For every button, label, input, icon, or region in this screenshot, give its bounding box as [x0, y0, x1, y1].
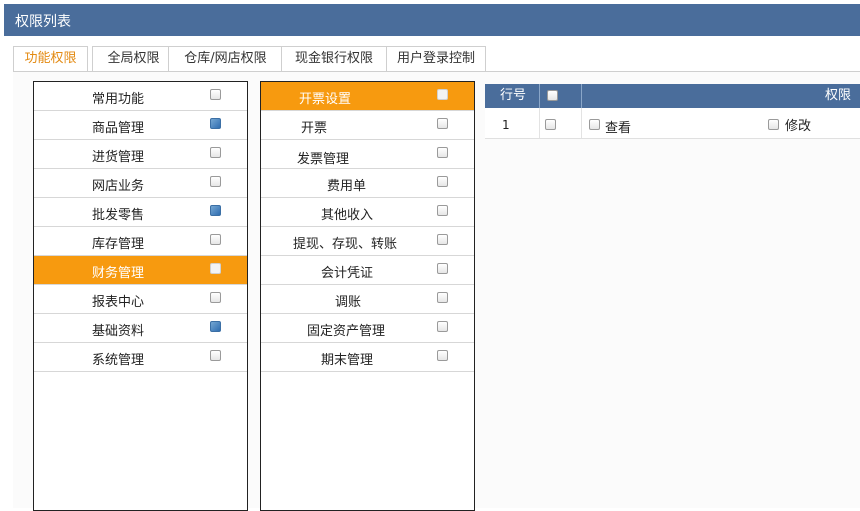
- function-checkbox[interactable]: [437, 205, 448, 216]
- function-label: 会计凭证: [321, 266, 374, 281]
- function-checkbox[interactable]: [437, 350, 448, 361]
- function-label: 提现、存现、转账: [293, 237, 398, 252]
- module-checkbox[interactable]: [210, 263, 221, 274]
- module-label: 网店业务: [92, 179, 145, 194]
- grid-header: 行号 权限明: [485, 84, 860, 127]
- module-item-selected[interactable]: 财务管理: [34, 256, 247, 285]
- cell-divider: [581, 108, 582, 138]
- permission-grid: 行号 权限明 1 查看 修改: [485, 84, 860, 139]
- function-checkbox[interactable]: [437, 118, 448, 129]
- module-checkbox[interactable]: [210, 205, 221, 216]
- function-item[interactable]: 会计凭证: [261, 256, 474, 285]
- function-checkbox[interactable]: [437, 89, 448, 100]
- permission-label-view: 查看: [605, 121, 632, 136]
- module-checkbox[interactable]: [210, 321, 221, 332]
- module-checkbox[interactable]: [210, 89, 221, 100]
- function-label: 调账: [335, 295, 362, 310]
- tab-cash-bank-permissions[interactable]: 现金银行权限: [281, 46, 387, 72]
- cell-divider: [539, 108, 540, 138]
- function-label: 发票管理: [297, 152, 350, 167]
- row-select-checkbox[interactable]: [545, 119, 556, 130]
- select-all-checkbox[interactable]: [547, 90, 558, 101]
- function-item-selected[interactable]: 开票设置: [261, 82, 474, 111]
- tab-warehouse-store-permissions[interactable]: 仓库/网店权限: [168, 46, 283, 72]
- function-item[interactable]: 提现、存现、转账: [261, 227, 474, 256]
- function-label: 期末管理: [321, 353, 374, 368]
- module-label: 进货管理: [92, 150, 145, 165]
- function-item[interactable]: 开票: [261, 111, 474, 140]
- row-number: 1: [502, 118, 510, 132]
- function-label: 固定资产管理: [307, 324, 386, 339]
- function-checkbox[interactable]: [437, 234, 448, 245]
- function-label: 开票: [301, 121, 328, 136]
- function-checkbox[interactable]: [437, 292, 448, 303]
- module-item[interactable]: 常用功能: [34, 82, 247, 111]
- function-item[interactable]: 调账: [261, 285, 474, 314]
- module-item[interactable]: 批发零售: [34, 198, 247, 227]
- window-title-bar: 权限列表: [4, 4, 860, 36]
- tab-login-control[interactable]: 用户登录控制: [386, 46, 486, 72]
- module-label: 报表中心: [92, 295, 145, 310]
- function-item[interactable]: 费用单: [261, 169, 474, 198]
- header-divider: [581, 84, 582, 108]
- permission-checkbox-view[interactable]: [589, 119, 600, 130]
- row-number-header: 行号: [500, 88, 527, 103]
- module-checkbox[interactable]: [210, 118, 221, 129]
- module-item[interactable]: 商品管理: [34, 111, 247, 140]
- function-checkbox[interactable]: [437, 176, 448, 187]
- module-checkbox[interactable]: [210, 147, 221, 158]
- function-list: 开票设置 开票 发票管理 费用单 其他收入 提现、存现、转账 会计凭证 调账 固…: [260, 81, 475, 511]
- function-checkbox[interactable]: [437, 147, 448, 158]
- header-divider: [539, 84, 540, 108]
- module-item[interactable]: 库存管理: [34, 227, 247, 256]
- module-checkbox[interactable]: [210, 176, 221, 187]
- module-label: 常用功能: [92, 92, 145, 107]
- module-label: 财务管理: [92, 266, 145, 281]
- table-row[interactable]: 1 查看 修改: [485, 108, 860, 139]
- module-checkbox[interactable]: [210, 350, 221, 361]
- module-label: 库存管理: [92, 237, 145, 252]
- module-checkbox[interactable]: [210, 292, 221, 303]
- function-checkbox[interactable]: [437, 263, 448, 274]
- module-label: 批发零售: [92, 208, 145, 223]
- function-label: 费用单: [327, 179, 367, 194]
- window-title: 权限列表: [15, 14, 71, 30]
- permission-checkbox-edit[interactable]: [768, 119, 779, 130]
- module-item[interactable]: 报表中心: [34, 285, 247, 314]
- module-list: 常用功能 商品管理 进货管理 网店业务 批发零售 库存管理 财务管理 报表中心 …: [33, 81, 248, 511]
- module-item[interactable]: 系统管理: [34, 343, 247, 372]
- function-label: 其他收入: [321, 208, 374, 223]
- function-item[interactable]: 发票管理: [261, 140, 474, 169]
- module-label: 商品管理: [92, 121, 145, 136]
- module-label: 基础资料: [92, 324, 145, 339]
- tab-global-permissions[interactable]: 全局权限: [92, 46, 175, 72]
- tab-function-permissions[interactable]: 功能权限: [13, 46, 88, 72]
- function-label: 开票设置: [299, 92, 352, 107]
- function-checkbox[interactable]: [437, 321, 448, 332]
- module-checkbox[interactable]: [210, 234, 221, 245]
- permission-label-edit: 修改: [785, 119, 812, 134]
- function-item[interactable]: 期末管理: [261, 343, 474, 372]
- module-item[interactable]: 网店业务: [34, 169, 247, 198]
- function-item[interactable]: 其他收入: [261, 198, 474, 227]
- module-item[interactable]: 基础资料: [34, 314, 247, 343]
- function-item[interactable]: 固定资产管理: [261, 314, 474, 343]
- module-label: 系统管理: [92, 353, 145, 368]
- module-item[interactable]: 进货管理: [34, 140, 247, 169]
- permission-detail-header: 权限明: [825, 88, 852, 127]
